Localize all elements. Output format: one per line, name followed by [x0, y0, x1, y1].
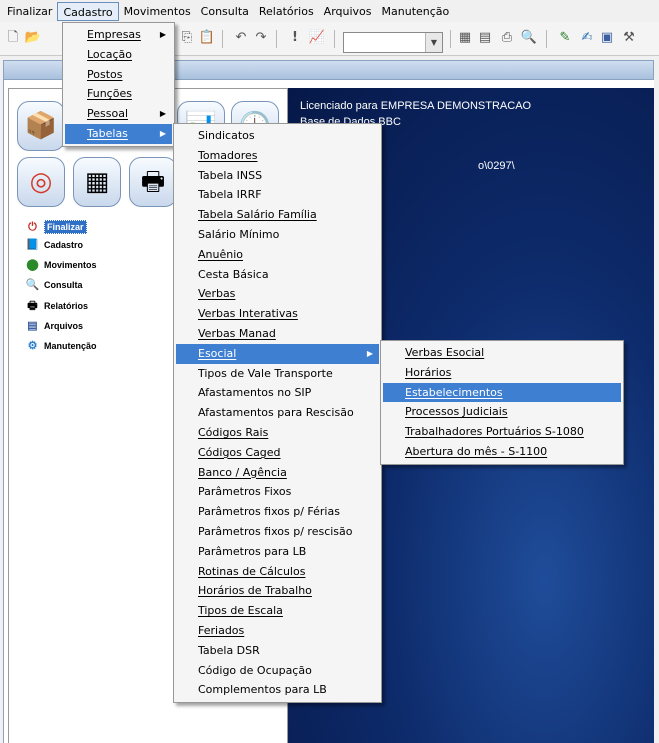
printer-small-icon: 🖶 [27, 299, 38, 312]
menu-item-parametros-para-lb[interactable]: Parâmetros para LB [176, 542, 379, 562]
menu-item-tabela-irrf[interactable]: Tabela IRRF [176, 185, 379, 205]
toolbar-combo[interactable]: ▼ [343, 32, 443, 53]
menu-movimentos[interactable]: Movimentos [119, 2, 196, 21]
menu-item-codigos-caged[interactable]: Códigos Caged [176, 443, 379, 463]
menu-item-empresas[interactable]: Empresas ▶ [65, 25, 172, 45]
menu-item-afastamentos-no-sip[interactable]: Afastamentos no SIP [176, 383, 379, 403]
menu-item-tabela-inss[interactable]: Tabela INSS [176, 166, 379, 186]
menu-item-cesta-basica[interactable]: Cesta Básica [176, 265, 379, 285]
menu-item-verbas[interactable]: Verbas [176, 284, 379, 304]
menu-bar: Finalizar Cadastro Movimentos Consulta R… [0, 0, 659, 22]
chevron-down-icon[interactable]: ▼ [425, 33, 442, 52]
menu-item-horarios[interactable]: Horários [383, 363, 621, 383]
side-item-finalizar[interactable]: ⏻ Finalizar [25, 218, 87, 236]
menu-item-esocial[interactable]: Esocial ▶ [176, 343, 379, 364]
preview-icon[interactable]: 🔍 [520, 29, 538, 47]
menu-arquivos[interactable]: Arquivos [319, 2, 377, 21]
menu-item-tipos-de-vale-transporte[interactable]: Tipos de Vale Transporte [176, 364, 379, 384]
menu-item-locacao[interactable]: Locação [65, 45, 172, 65]
side-item-consulta[interactable]: 🔍 Consulta [25, 276, 83, 294]
menu-item-codigo-de-ocupacao[interactable]: Código de Ocupação [176, 661, 379, 681]
exclamation-icon[interactable]: ! [286, 29, 304, 47]
calculator-icon[interactable]: ▦ [456, 29, 474, 47]
path-text: o\0297\ [478, 160, 515, 172]
menu-relatorios[interactable]: Relatórios [254, 2, 319, 21]
open-folder-icon[interactable]: 📂 [24, 29, 42, 47]
undo-icon[interactable]: ↶ [232, 29, 250, 47]
window-icon[interactable]: ▣ [598, 29, 616, 47]
edit-icon[interactable]: ✍ [578, 29, 596, 47]
export-icon[interactable]: ⎙ [498, 29, 516, 47]
side-item-relatorios[interactable]: 🖶 Relatórios [25, 297, 88, 315]
menu-item-feriados[interactable]: Feriados [176, 621, 379, 641]
tools-icon[interactable]: ✎ [556, 29, 574, 47]
side-item-movimentos[interactable]: ⬤ Movimentos [25, 256, 96, 274]
chevron-right-icon: ▶ [159, 30, 166, 39]
companies-icon[interactable]: 📦 [17, 101, 65, 151]
menu-cadastro[interactable]: Cadastro [57, 1, 119, 21]
side-item-cadastro[interactable]: 📘 Cadastro [25, 236, 83, 254]
new-document-icon[interactable]: 🗋 [4, 29, 22, 47]
license-text: Licenciado para EMPRESA DEMONSTRACAO [300, 100, 532, 112]
menu-item-postos[interactable]: Postos [65, 65, 172, 85]
menu-manutencao[interactable]: Manutenção [377, 2, 455, 21]
magnifier-icon: 🔍 [25, 278, 40, 291]
menu-item-tomadores[interactable]: Tomadores [176, 146, 379, 166]
menu-consulta[interactable]: Consulta [196, 2, 254, 21]
menu-item-trabalhadores-portuarios-s-1080[interactable]: Trabalhadores Portuários S-1080 [383, 422, 621, 442]
paste-icon[interactable]: ⎘ [178, 29, 196, 47]
menu-item-rotinas-de-calculos[interactable]: Rotinas de Cálculos [176, 562, 379, 582]
menu-item-abertura-do-mes-s-1100[interactable]: Abertura do mês - S-1100 [383, 442, 621, 462]
power-icon: ⏻ [28, 220, 37, 233]
redo-icon[interactable]: ↷ [252, 29, 270, 47]
chevron-right-icon: ▶ [159, 128, 166, 138]
menu-item-verbas-manad[interactable]: Verbas Manad [176, 324, 379, 344]
chevron-right-icon: ▶ [159, 109, 166, 119]
chevron-right-icon: ▶ [366, 348, 373, 358]
menu-item-tipos-de-escala[interactable]: Tipos de Escala [176, 601, 379, 621]
menu-item-horarios-de-trabalho[interactable]: Horários de Trabalho [176, 581, 379, 601]
printer-icon[interactable]: 🖶 [129, 157, 177, 207]
menu-item-estabelecimentos[interactable]: Estabelecimentos [383, 382, 621, 403]
cadastro-menu: Empresas ▶ Locação Postos Funções Pessoal… [62, 22, 175, 147]
menu-item-verbas-esocial[interactable]: Verbas Esocial [383, 343, 621, 363]
menu-item-funcoes[interactable]: Funções [65, 84, 172, 104]
menu-item-processos-judiciais[interactable]: Processos Judiciais [383, 402, 621, 422]
menu-item-anuenio[interactable]: Anuênio [176, 245, 379, 265]
movements-icon: ⬤ [26, 258, 39, 271]
menu-item-verbas-interativas[interactable]: Verbas Interativas [176, 304, 379, 324]
menu-item-parametros-fixos-p-rescisao[interactable]: Parâmetros fixos p/ rescisão [176, 522, 379, 542]
chart-icon[interactable]: 📈 [308, 29, 326, 47]
clipboard-icon[interactable]: 📋 [198, 29, 216, 47]
gear-icon: ⚙ [27, 339, 38, 352]
menu-item-tabelas[interactable]: Tabelas ▶ [65, 123, 172, 144]
menu-item-salario-minimo[interactable]: Salário Mínimo [176, 225, 379, 245]
side-item-manutencao[interactable]: ⚙ Manutenção [25, 337, 97, 355]
menu-item-parametros-fixos-p-ferias[interactable]: Parâmetros fixos p/ Férias [176, 502, 379, 522]
menu-finalizar[interactable]: Finalizar [2, 2, 57, 21]
tabelas-menu: Sindicatos Tomadores Tabela INSS Tabela IRR… [173, 123, 382, 704]
settings-icon[interactable]: ⚒ [620, 29, 638, 47]
files-icon: ▤ [27, 319, 38, 332]
menu-item-complementos-para-lb[interactable]: Complementos para LB [176, 680, 379, 700]
menu-item-parametros-fixos[interactable]: Parâmetros Fixos [176, 482, 379, 502]
calculator-big-icon[interactable]: ▦ [73, 157, 121, 207]
side-item-arquivos[interactable]: ▤ Arquivos [25, 317, 83, 335]
menu-item-tabela-dsr[interactable]: Tabela DSR [176, 641, 379, 661]
menu-item-afastamentos-para-rescisao[interactable]: Afastamentos para Rescisão [176, 403, 379, 423]
menu-item-codigos-rais[interactable]: Códigos Rais [176, 423, 379, 443]
menu-item-banco-agencia[interactable]: Banco / Agência [176, 463, 379, 483]
register-icon: 📘 [25, 238, 40, 251]
menu-item-sindicatos[interactable]: Sindicatos [176, 126, 379, 146]
menu-item-tabela-salario-familia[interactable]: Tabela Salário Família [176, 205, 379, 225]
menu-item-pessoal[interactable]: Pessoal ▶ [65, 104, 172, 124]
esocial-menu: Verbas Esocial Horários Estabelecimentos Pr… [380, 340, 624, 465]
print-icon[interactable]: ▤ [476, 29, 494, 47]
lifebuoy-icon[interactable]: ◎ [17, 157, 65, 207]
